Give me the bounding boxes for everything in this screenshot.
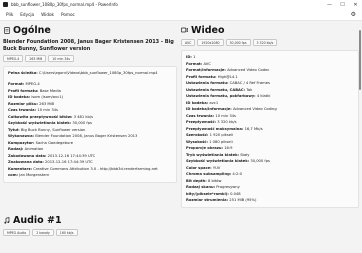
audio-title: Audio #1 xyxy=(13,214,62,226)
minimize-button[interactable]: — xyxy=(323,0,336,9)
window-title: bbb_sunflower_1080p_30fps_normal.mp4 - P… xyxy=(11,2,118,7)
video-resolution-chip: 1920x1080 xyxy=(197,39,224,46)
video-section: Wideo AVC 1920x1080 30,000 fps 3 320 kb/… xyxy=(181,24,359,208)
maximize-button[interactable]: ☐ xyxy=(336,0,349,9)
audio-format-chip: MPEG Audio xyxy=(3,229,31,236)
menu-item-file[interactable]: Plik xyxy=(6,12,13,17)
menu-item-view[interactable]: Widok xyxy=(41,12,54,17)
audio-header: Audio #1 xyxy=(3,214,177,226)
close-button[interactable]: ✕ xyxy=(349,0,362,9)
scrollbar-thumb[interactable] xyxy=(359,30,361,90)
video-header: Wideo xyxy=(181,24,359,36)
detail-row: Rozmiar strumienia: 251 MiB (95%) xyxy=(186,198,257,202)
general-title: Ogólne xyxy=(13,24,51,36)
app-icon xyxy=(3,2,8,7)
menu-item-help[interactable]: Pomoc xyxy=(61,12,75,17)
settings-gear-icon[interactable]: ⚙ xyxy=(351,11,356,18)
detail-row: Pełna ścieżka: C:\Users\egorv\Videos\bbb… xyxy=(8,71,158,76)
video-bitrate-chip: 3 320 kb/s xyxy=(252,39,278,46)
window-controls: — ☐ ✕ xyxy=(323,0,362,9)
menu-item-edit[interactable]: Edycja xyxy=(20,12,34,17)
title-bar: bbb_sunflower_1080p_30fps_normal.mp4 - P… xyxy=(0,0,362,9)
video-details-panel: ID: 1 Format: AVC Format/Informacje: Adv… xyxy=(181,50,359,208)
document-icon xyxy=(3,26,10,34)
general-section: Ogólne Blender Foundation 2008, Janus Ba… xyxy=(3,24,177,183)
format-chip: MPEG-4 xyxy=(3,55,24,63)
general-header: Ogólne xyxy=(3,24,177,36)
video-title: Wideo xyxy=(191,24,225,36)
movie-title: Blender Foundation 2008, Janus Bager Kri… xyxy=(3,39,174,52)
music-note-icon xyxy=(3,216,10,224)
video-codec-chip: AVC xyxy=(181,39,196,46)
general-details-panel: Pełna ścieżka: C:\Users\egorv\Videos\bbb… xyxy=(3,66,177,183)
audio-bitrate-chip: 160 kb/s xyxy=(55,229,78,236)
audio-chips: MPEG Audio 2 kanały 160 kb/s xyxy=(3,229,177,236)
general-chips: MPEG-4 263 MiB 10 min 34s xyxy=(3,55,177,63)
duration-chip: 10 min 34s xyxy=(48,55,75,63)
audio-section: Audio #1 MPEG Audio 2 kanały 160 kb/s xyxy=(3,214,177,236)
audio-channels-chip: 2 kanały xyxy=(32,229,54,236)
video-fps-chip: 30,000 fps xyxy=(225,39,251,46)
video-camera-icon xyxy=(181,27,188,34)
detail-row: com: Jan Morgenstern xyxy=(8,173,50,178)
size-chip: 263 MiB xyxy=(25,55,47,63)
menu-bar: Plik Edycja Widok Pomoc ⚙ xyxy=(0,9,362,21)
video-chips: AVC 1920x1080 30,000 fps 3 320 kb/s xyxy=(181,39,359,46)
